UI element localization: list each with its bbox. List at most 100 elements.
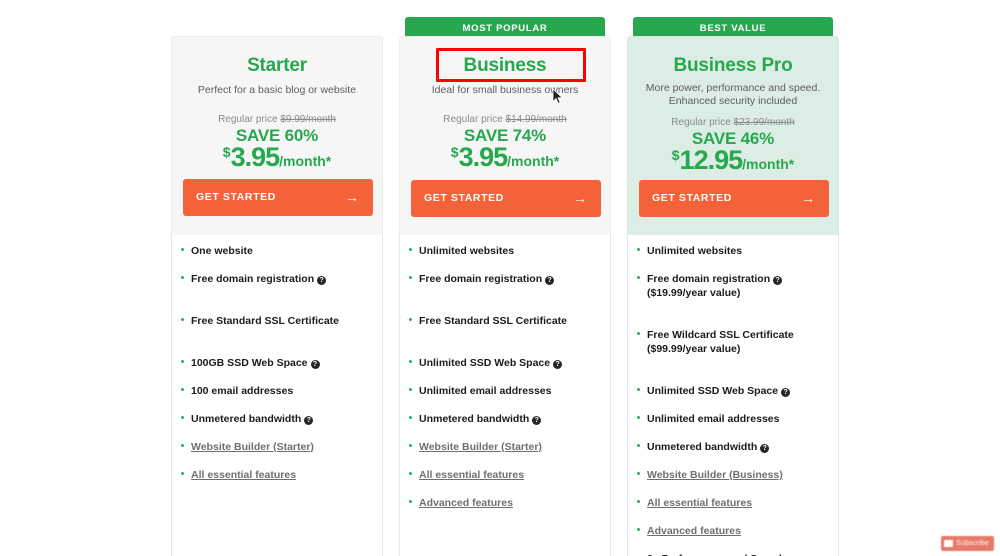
price-currency: $ [672, 147, 680, 163]
feature-label[interactable]: Advanced features [647, 525, 741, 537]
plan-header-business: Business Ideal for small business owners… [399, 36, 611, 235]
pricing-card-starter[interactable]: Starter Perfect for a basic blog or webs… [171, 0, 383, 556]
bullet-icon [181, 416, 184, 419]
feature-item: One website [172, 244, 382, 258]
arrow-right-icon: → [801, 189, 815, 207]
subscribe-label: Subscribe [956, 540, 989, 547]
get-started-button-business-pro[interactable]: GET STARTED → [639, 180, 829, 217]
feature-label[interactable]: All essential features [191, 469, 296, 481]
feature-item[interactable]: All essential features [628, 496, 838, 510]
bullet-icon [181, 276, 184, 279]
price-amount: 3.95 [231, 142, 280, 172]
feature-item: Free Wildcard SSL Certificate($99.99/yea… [628, 328, 838, 356]
bullet-icon [637, 444, 640, 447]
help-question-icon[interactable]: ? [532, 416, 541, 425]
feature-item[interactable]: Advanced features [628, 524, 838, 538]
bullet-icon [637, 248, 640, 251]
feature-item: 100 email addresses [172, 384, 382, 398]
pricing-card-business[interactable]: MOST POPULAR Business Ideal for small bu… [399, 0, 611, 556]
pricing-page: Starter Perfect for a basic blog or webs… [0, 0, 1000, 556]
youtube-logo-icon [944, 540, 953, 547]
feature-label: Unlimited websites [419, 245, 514, 257]
feature-item[interactable]: Advanced features [400, 496, 610, 510]
bullet-icon [637, 388, 640, 391]
feature-item: Unlimited email addresses [628, 412, 838, 426]
feature-item: Unlimited SSD Web Space? [628, 384, 838, 398]
help-question-icon[interactable]: ? [773, 276, 782, 285]
help-question-icon[interactable]: ? [553, 360, 562, 369]
help-question-icon[interactable]: ? [781, 388, 790, 397]
feature-item: Free Standard SSL Certificate [172, 314, 382, 328]
feature-item: Unmetered bandwidth? [400, 412, 610, 426]
bullet-icon [181, 318, 184, 321]
price-period: /month* [507, 153, 559, 169]
cta-label: GET STARTED [196, 191, 276, 203]
bullet-icon [181, 444, 184, 447]
feature-item: Free domain registration? [172, 272, 382, 286]
pricing-card-business-pro[interactable]: BEST VALUE Business Pro More power, perf… [627, 0, 839, 556]
bullet-icon [409, 248, 412, 251]
plan-name: Business Pro [628, 55, 838, 77]
regular-price-prefix: Regular price [443, 114, 505, 125]
bullet-icon [181, 472, 184, 475]
bullet-icon [409, 318, 412, 321]
feature-list-business: Unlimited websites Free domain registrati… [399, 235, 611, 556]
regular-price-prefix: Regular price [218, 114, 280, 125]
feature-item: Unlimited websites [400, 244, 610, 258]
feature-item[interactable]: All essential features [172, 468, 382, 482]
feature-item: Free Standard SSL Certificate [400, 314, 610, 328]
feature-item: Unlimited SSD Web Space? [400, 356, 610, 370]
feature-label: One website [191, 245, 253, 257]
feature-label: Unlimited email addresses [419, 385, 551, 397]
price-period: /month* [279, 153, 331, 169]
plan-tagline: Perfect for a basic blog or website [180, 84, 374, 97]
regular-price-value: $9.99/month [280, 114, 336, 125]
feature-sublabel: ($99.99/year value) [647, 342, 832, 356]
feature-label[interactable]: All essential features [647, 497, 752, 509]
regular-price: Regular price $9.99/month [172, 114, 382, 125]
feature-label: Free domain registration [191, 273, 314, 285]
feature-item[interactable]: All essential features [400, 468, 610, 482]
help-question-icon[interactable]: ? [545, 276, 554, 285]
feature-label[interactable]: All essential features [419, 469, 524, 481]
feature-item: Free domain registration? [400, 272, 610, 286]
feature-item: Unlimited websites [628, 244, 838, 258]
feature-label: Unmetered bandwidth [419, 413, 529, 425]
feature-item[interactable]: Website Builder (Business) [628, 468, 838, 482]
get-started-button-business[interactable]: GET STARTED → [411, 180, 601, 217]
feature-label[interactable]: Website Builder (Business) [647, 469, 783, 481]
help-question-icon[interactable]: ? [317, 276, 326, 285]
feature-sublabel: ($19.99/year value) [647, 286, 832, 300]
price-amount: 3.95 [459, 142, 508, 172]
get-started-button-starter[interactable]: GET STARTED → [183, 179, 373, 216]
feature-label: 100GB SSD Web Space [191, 357, 308, 369]
feature-label: Unmetered bandwidth [647, 441, 757, 453]
feature-item[interactable]: Website Builder (Starter) [172, 440, 382, 454]
feature-label[interactable]: Website Builder (Starter) [191, 441, 314, 453]
feature-label: Unlimited websites [647, 245, 742, 257]
youtube-subscribe-overlay[interactable]: Subscribe [941, 536, 994, 551]
bullet-icon [409, 360, 412, 363]
feature-list-business-pro: Unlimited websites Free domain registrati… [627, 235, 839, 556]
feature-label[interactable]: Advanced features [419, 497, 513, 509]
feature-label: 100 email addresses [191, 385, 293, 397]
feature-item[interactable]: Website Builder (Starter) [400, 440, 610, 454]
plan-name: Business [400, 55, 610, 77]
help-question-icon[interactable]: ? [311, 360, 320, 369]
feature-label[interactable]: Website Builder (Starter) [419, 441, 542, 453]
price-currency: $ [223, 144, 231, 160]
bullet-icon [637, 528, 640, 531]
regular-price-value: $14.99/month [506, 114, 567, 125]
feature-list-starter: One websiteFree domain registration?Free… [171, 235, 383, 556]
feature-item: 100GB SSD Web Space? [172, 356, 382, 370]
bullet-icon [409, 416, 412, 419]
arrow-right-icon: → [573, 189, 587, 207]
help-question-icon[interactable]: ? [304, 416, 313, 425]
plan-tagline: More power, performance and speed. Enhan… [636, 82, 830, 108]
price-amount: 12.95 [680, 145, 743, 175]
plan-tagline: Ideal for small business owners [408, 84, 602, 97]
help-question-icon[interactable]: ? [760, 444, 769, 453]
mouse-cursor [552, 88, 564, 105]
feature-item: Free domain registration?($19.99/year va… [628, 272, 838, 300]
bullet-icon [409, 444, 412, 447]
